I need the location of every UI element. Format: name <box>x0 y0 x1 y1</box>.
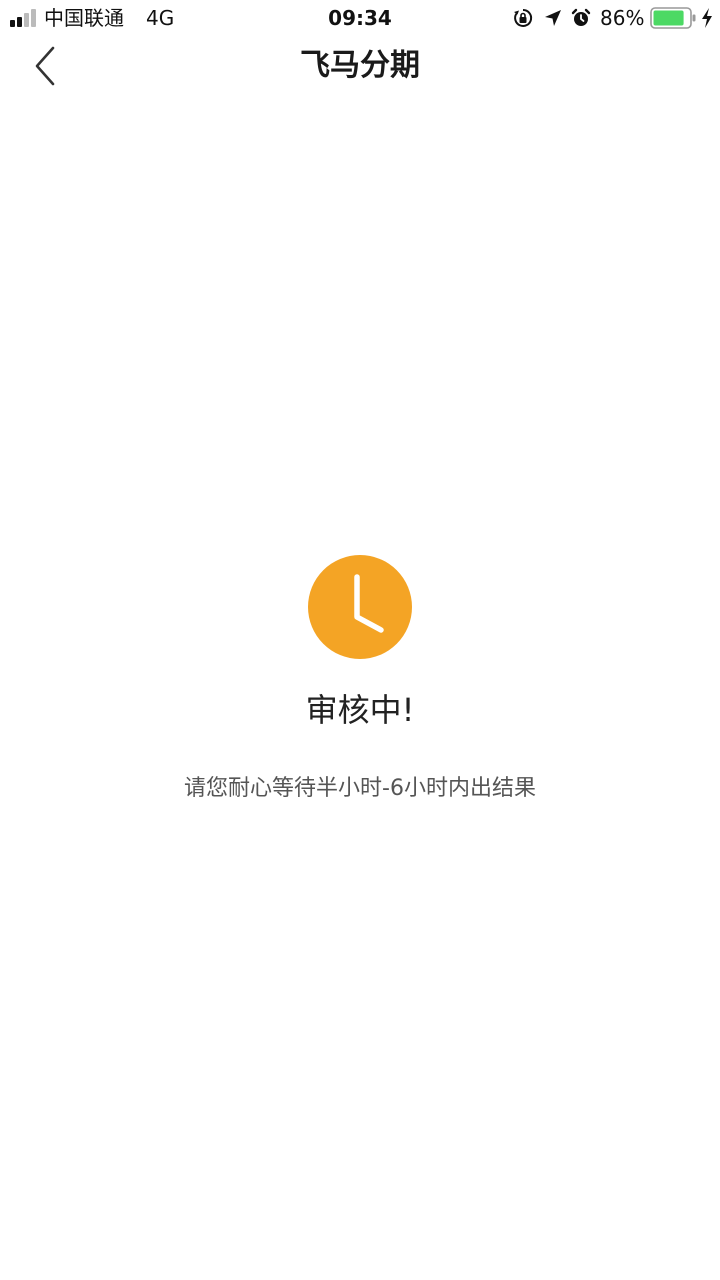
location-arrow-icon <box>545 10 561 26</box>
status-bar: 中国联通 4G 09:34 86% <box>0 0 720 36</box>
clock-icon <box>308 555 412 659</box>
charging-bolt-icon <box>702 8 712 28</box>
alarm-icon <box>571 8 591 26</box>
review-status-title: 审核中! <box>305 691 415 729</box>
review-status-description: 请您耐心等待半小时-6小时内出结果 <box>184 776 536 801</box>
screen: 中国联通 4G 09:34 86% 飞马分期 审核中! 请您耐心等待半小时-6小… <box>0 0 720 1280</box>
navigation-bar: 飞马分期 <box>0 36 720 96</box>
page-title: 飞马分期 <box>300 48 420 83</box>
battery-percent: 86% <box>600 6 645 30</box>
orientation-lock-icon <box>514 8 533 27</box>
battery-icon <box>650 7 696 29</box>
